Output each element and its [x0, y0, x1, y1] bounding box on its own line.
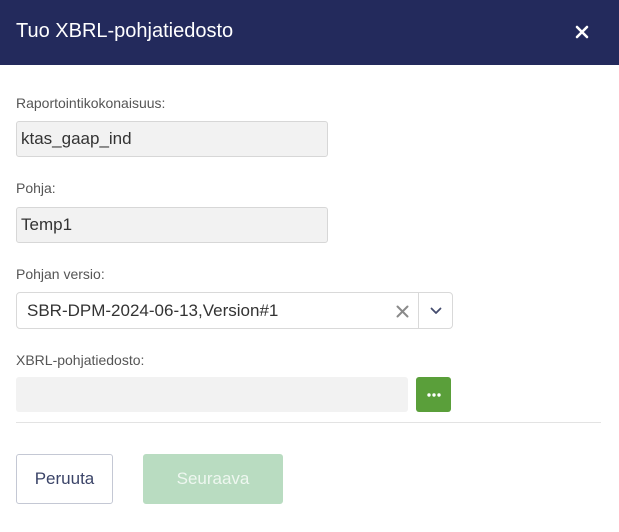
- cancel-button[interactable]: Peruuta: [16, 454, 113, 504]
- ellipsis-icon: [426, 392, 441, 397]
- template-version-select[interactable]: SBR-DPM-2024-06-13,Version#1: [16, 292, 453, 329]
- close-icon: [575, 25, 589, 39]
- next-button[interactable]: Seuraava: [143, 454, 283, 504]
- dialog-header: Tuo XBRL-pohjatiedosto: [0, 0, 619, 65]
- select-dropdown-toggle[interactable]: [419, 293, 452, 328]
- template-label: Pohja:: [16, 180, 56, 196]
- template-version-value: SBR-DPM-2024-06-13,Version#1: [27, 301, 279, 320]
- import-xbrl-template-dialog: Tuo XBRL-pohjatiedosto Raportointikokona…: [0, 0, 619, 532]
- browse-file-button[interactable]: [416, 377, 451, 412]
- reporting-entity-field: ktas_gaap_ind: [16, 121, 328, 157]
- reporting-entity-label: Raportointikokonaisuus:: [16, 95, 166, 111]
- clear-selection-button[interactable]: [392, 301, 412, 321]
- dialog-title: Tuo XBRL-pohjatiedosto: [16, 20, 234, 42]
- template-field: Temp1: [16, 207, 328, 243]
- chevron-down-icon: [430, 307, 441, 314]
- footer-divider: [16, 422, 601, 423]
- clear-icon: [396, 305, 408, 317]
- close-button[interactable]: [566, 16, 598, 48]
- xbrl-file-field[interactable]: [16, 377, 408, 412]
- template-version-label: Pohjan versio:: [16, 266, 105, 282]
- xbrl-file-label: XBRL-pohjatiedosto:: [16, 352, 145, 368]
